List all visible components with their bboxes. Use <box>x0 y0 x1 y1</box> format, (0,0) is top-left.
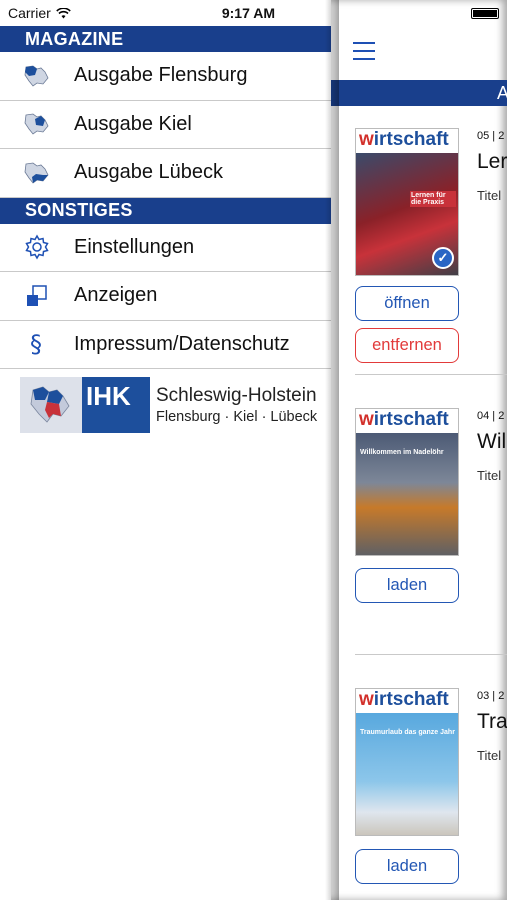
drawer-shadow <box>325 0 339 900</box>
map-flensburg-icon <box>0 64 74 88</box>
ads-icon <box>0 283 74 309</box>
issue-card: wirtschaft Traumurlaub das ganze Jahr 03… <box>331 688 507 900</box>
issue-card: wirtschaft Lernen für die Praxis ✓ 05 | … <box>331 128 507 378</box>
issue-meta: 03 | 2 <box>477 690 505 702</box>
pane-header-text: A <box>497 83 507 103</box>
navigation-drawer: Carrier 9:17 AM MAGAZINE Ausgabe Flensbu… <box>0 0 331 900</box>
divider <box>355 374 507 375</box>
svg-text:§: § <box>30 330 42 358</box>
divider <box>355 654 507 655</box>
issue-title: Wil <box>477 430 507 453</box>
status-time: 9:17 AM <box>221 5 275 21</box>
issue-title: Tra <box>477 710 507 733</box>
menu-item-label: Ausgabe Flensburg <box>74 64 248 87</box>
issue-card: wirtschaft Willkommen im Nadelöhr 04 | 2… <box>331 408 507 658</box>
section-header-sonstiges: SONSTIGES <box>0 197 331 224</box>
carrier-label: Carrier <box>8 5 51 21</box>
paragraph-icon: § <box>0 330 74 358</box>
ihk-logo: IHK Schleswig-Holstein Flensburg · Kiel … <box>20 377 331 433</box>
logo-line-1: Schleswig-Holstein <box>156 385 317 406</box>
issue-subtitle: Titel <box>477 468 502 483</box>
issue-subtitle: Titel <box>477 748 502 763</box>
schleswig-holstein-map-icon <box>20 377 82 433</box>
issue-meta: 04 | 2 <box>477 410 505 422</box>
load-button[interactable]: laden <box>355 568 459 603</box>
menu-item-label: Ausgabe Lübeck <box>74 161 224 184</box>
wifi-icon <box>56 7 71 18</box>
logo-line-2: Flensburg · Kiel · Lübeck <box>156 409 318 425</box>
menu-item-label: Einstellungen <box>74 235 195 258</box>
issue-cover-image[interactable]: wirtschaft Lernen für die Praxis ✓ <box>355 128 459 276</box>
menu-item-impressum-datenschutz[interactable]: § Impressum/Datenschutz <box>0 320 331 369</box>
gear-icon <box>0 234 74 260</box>
load-button[interactable]: laden <box>355 849 459 884</box>
map-kiel-icon <box>0 112 74 136</box>
ihk-logo-abbr: IHK <box>82 377 150 433</box>
menu-item-ausgabe-kiel[interactable]: Ausgabe Kiel <box>0 100 331 149</box>
section-header-magazine: MAGAZINE <box>0 26 331 52</box>
app-screen: A wirtschaft Lernen für die Praxis ✓ 05 … <box>0 0 507 900</box>
menu-item-ausgabe-flensburg[interactable]: Ausgabe Flensburg <box>0 52 331 101</box>
menu-item-label: Impressum/Datenschutz <box>74 332 290 355</box>
remove-button[interactable]: entfernen <box>355 328 459 363</box>
magazine-pane: A wirtschaft Lernen für die Praxis ✓ 05 … <box>331 0 507 900</box>
open-button[interactable]: öffnen <box>355 286 459 321</box>
downloaded-check-icon: ✓ <box>432 247 454 269</box>
issue-title: Ler <box>477 150 507 173</box>
pane-header-bar: A <box>331 80 507 106</box>
issue-cover-image[interactable]: wirtschaft Traumurlaub das ganze Jahr <box>355 688 459 836</box>
issue-meta: 05 | 2 <box>477 130 505 142</box>
menu-hamburger-icon[interactable] <box>353 42 375 60</box>
status-bar: Carrier 9:17 AM <box>0 0 331 26</box>
issue-subtitle: Titel <box>477 188 502 203</box>
map-luebeck-icon <box>0 161 74 185</box>
menu-item-label: Anzeigen <box>74 284 158 307</box>
menu-item-label: Ausgabe Kiel <box>74 112 192 135</box>
menu-item-einstellungen[interactable]: Einstellungen <box>0 223 331 272</box>
battery-icon <box>471 8 499 19</box>
menu-item-ausgabe-luebeck[interactable]: Ausgabe Lübeck <box>0 149 331 198</box>
menu-item-anzeigen[interactable]: Anzeigen <box>0 272 331 321</box>
issue-cover-image[interactable]: wirtschaft Willkommen im Nadelöhr <box>355 408 459 556</box>
